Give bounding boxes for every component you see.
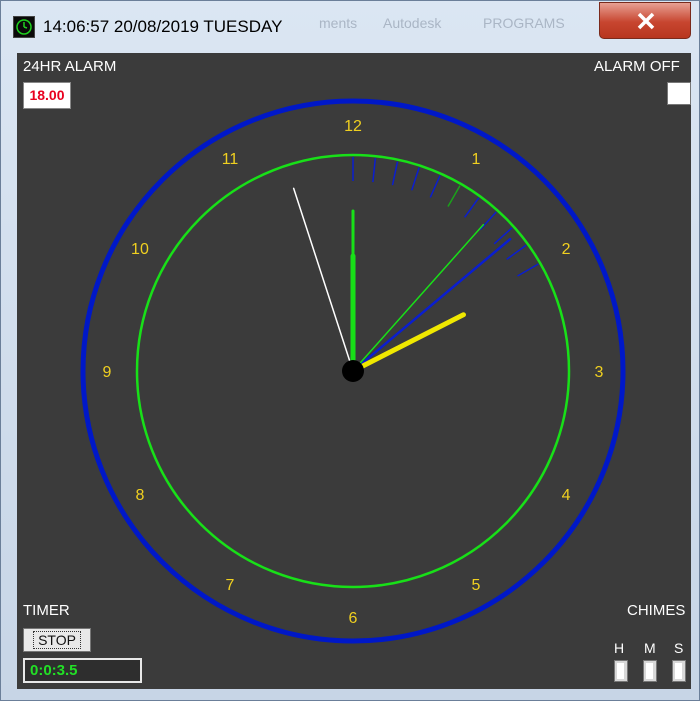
center-hub [342, 360, 364, 382]
stop-button-label: STOP [33, 631, 81, 649]
hour-numeral: 1 [472, 151, 481, 168]
timer-display: 0:0:3.5 [23, 658, 142, 683]
alarm-tick [372, 158, 377, 183]
alarm-tick [447, 185, 461, 207]
alarm-tick [410, 167, 420, 191]
chime-hours-toggle[interactable] [614, 660, 628, 682]
chimes-hours-label: H [614, 640, 625, 656]
hour-numeral: 9 [103, 364, 112, 381]
alarm-tick [429, 175, 441, 198]
background-tab: ments [319, 15, 358, 31]
clock-window: 14:06:57 20/08/2019 TUESDAY ments Autode… [0, 0, 700, 701]
minute-pointer-line [352, 223, 485, 372]
window-title: 14:06:57 20/08/2019 TUESDAY [43, 17, 283, 36]
chime-seconds-toggle[interactable] [672, 660, 686, 682]
stop-button[interactable]: STOP [23, 628, 91, 652]
hour-numeral: 10 [131, 241, 149, 258]
background-tab: Autodesk [383, 15, 442, 31]
timer-label: TIMER [23, 602, 70, 619]
chimes-label: CHIMES [627, 602, 686, 619]
clock-panel: 24HR ALARM 18.00 ALARM OFF 12 1 2 3 4 5 6 7 8 9 10… [17, 53, 691, 689]
alarm-tick [517, 263, 539, 277]
hour-numeral: 2 [562, 241, 571, 258]
clock-hands [292, 187, 512, 374]
hour-numeral: 6 [349, 610, 358, 627]
alarm-tick [479, 211, 497, 231]
background-tab: PROGRAMS [483, 15, 565, 31]
hour-numeral: 3 [595, 364, 604, 381]
hour-numeral: 4 [562, 487, 571, 504]
chimes-seconds-label: S [674, 640, 684, 656]
chimes-minutes-label: M [644, 640, 656, 656]
hour-numeral: 11 [222, 151, 239, 168]
chime-minutes-toggle[interactable] [643, 660, 657, 682]
alarm-tick [391, 161, 399, 186]
hour-numeral: 5 [472, 577, 481, 594]
hour-numeral: 7 [226, 577, 235, 594]
analog-clock: 121234567891011 [80, 98, 626, 644]
alarm-tick [506, 244, 527, 260]
close-button[interactable] [599, 2, 691, 39]
clock-app-icon [13, 16, 35, 38]
alarm-tick [493, 227, 513, 245]
second-hand [292, 187, 354, 372]
title-bar[interactable]: 14:06:57 20/08/2019 TUESDAY ments Autode… [1, 1, 700, 53]
hour-numeral: 12 [344, 118, 362, 135]
alarm-tick [464, 197, 480, 218]
hour-numeral: 8 [136, 487, 145, 504]
close-icon [637, 12, 655, 30]
alarm-hand [351, 237, 512, 373]
